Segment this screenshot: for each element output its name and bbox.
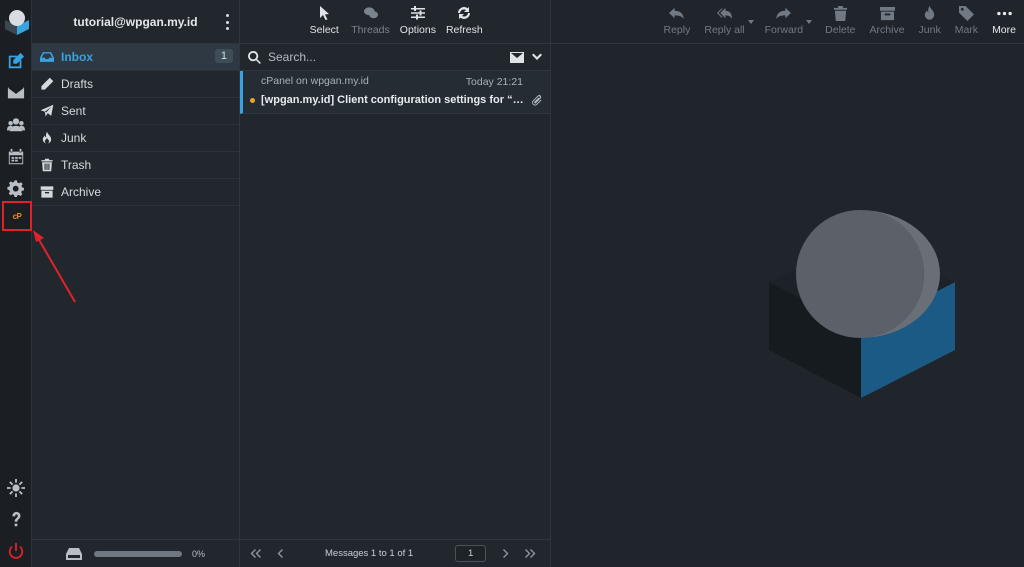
- message-row[interactable]: cPanel on wpgan.my.id Today 21:21 [wpgan…: [240, 71, 550, 114]
- list-toolbar: Select Threads Options Refresh: [240, 0, 550, 44]
- archive-icon: [879, 6, 895, 21]
- previous-page-icon[interactable]: [275, 548, 286, 559]
- roundcube-watermark-logo: [769, 210, 955, 398]
- refresh-button[interactable]: Refresh: [446, 6, 483, 43]
- theme-icon: [7, 479, 25, 497]
- contacts-icon: [7, 118, 25, 132]
- help-icon: [12, 511, 21, 527]
- settings-icon: [7, 180, 24, 197]
- inbox-icon: [40, 52, 54, 62]
- archive-icon: [40, 186, 54, 198]
- folder-label: Trash: [61, 158, 92, 172]
- more-dots-icon: [996, 11, 1012, 16]
- fire-icon: [42, 131, 52, 144]
- forward-dropdown-icon[interactable]: [806, 20, 813, 24]
- contacts-button[interactable]: [3, 112, 29, 138]
- reply-button[interactable]: Reply: [658, 6, 697, 43]
- forward-icon: [776, 7, 792, 20]
- fire-icon: [924, 6, 935, 20]
- mark-button[interactable]: Mark: [949, 6, 984, 43]
- message-subject: [wpgan.my.id] Client configuration setti…: [261, 94, 525, 106]
- sliders-icon: [410, 6, 425, 20]
- archive-button[interactable]: Archive: [864, 6, 911, 43]
- trash-icon: [833, 6, 847, 21]
- account-header: tutorial@wpgan.my.id: [32, 0, 239, 44]
- calendar-button[interactable]: [3, 144, 29, 170]
- reply-all-icon: [717, 7, 732, 20]
- refresh-icon: [458, 7, 471, 19]
- folder-label: Archive: [61, 185, 102, 199]
- folder-trash[interactable]: Trash: [32, 152, 239, 179]
- folder-inbox[interactable]: Inbox 1: [32, 44, 239, 71]
- folder-archive[interactable]: Archive: [32, 179, 239, 206]
- forward-button[interactable]: Forward: [759, 6, 813, 43]
- folder-sent[interactable]: Sent: [32, 98, 239, 125]
- cpanel-icon: cP: [12, 211, 22, 221]
- theme-toggle-button[interactable]: [3, 475, 29, 501]
- roundcube-logo[interactable]: [4, 8, 30, 36]
- unread-dot: [250, 98, 255, 103]
- annotation-arrow-icon: [33, 230, 76, 303]
- settings-button[interactable]: [3, 176, 29, 202]
- reading-pane: Reply Reply all Forward Delete Archive J…: [551, 0, 1024, 567]
- options-button[interactable]: Options: [400, 6, 436, 43]
- last-page-icon[interactable]: [525, 548, 536, 559]
- folder-label: Inbox: [61, 50, 93, 64]
- logout-button[interactable]: [3, 538, 29, 564]
- paper-plane-icon: [40, 104, 54, 117]
- account-menu-icon[interactable]: [223, 14, 231, 30]
- select-button[interactable]: Select: [307, 6, 341, 43]
- cursor-icon: [320, 6, 330, 20]
- first-page-icon[interactable]: [250, 548, 261, 559]
- calendar-icon: [8, 148, 24, 165]
- mail-icon: [7, 87, 25, 99]
- quota-text: 0%: [192, 548, 206, 559]
- account-email: tutorial@wpgan.my.id: [73, 14, 198, 29]
- search-bar: [240, 44, 550, 71]
- unread-count-badge: 1: [214, 49, 233, 63]
- page-number-input[interactable]: [455, 545, 487, 562]
- junk-button[interactable]: Junk: [913, 6, 947, 43]
- compose-icon: [8, 52, 25, 69]
- folder-drafts[interactable]: Drafts: [32, 71, 239, 98]
- reply-all-dropdown-icon[interactable]: [747, 20, 754, 24]
- next-page-icon[interactable]: [500, 548, 511, 559]
- delete-button[interactable]: Delete: [819, 6, 861, 43]
- folder-junk[interactable]: Junk: [32, 125, 239, 152]
- message-list-pane: Select Threads Options Refresh cPanel on…: [240, 0, 551, 567]
- reply-icon: [669, 7, 685, 20]
- pagination-bar: Messages 1 to 1 of 1: [240, 539, 550, 567]
- mail-button[interactable]: [3, 80, 29, 106]
- more-button[interactable]: More: [986, 6, 1022, 43]
- folder-label: Sent: [61, 104, 86, 118]
- quota-bar-area: 0%: [32, 539, 239, 567]
- pencil-icon: [41, 77, 54, 90]
- logout-icon: [8, 542, 24, 559]
- quota-bar: [94, 550, 182, 557]
- folder-label: Drafts: [61, 77, 94, 91]
- search-icon[interactable]: [248, 50, 261, 64]
- chevron-down-icon[interactable]: [532, 52, 542, 62]
- pagination-status: Messages 1 to 1 of 1: [325, 548, 414, 559]
- compose-button[interactable]: [3, 48, 29, 74]
- folder-label: Junk: [61, 131, 87, 145]
- cpanel-button[interactable]: cP: [2, 201, 32, 231]
- threads-button[interactable]: Threads: [351, 6, 390, 43]
- envelope-icon[interactable]: [510, 51, 524, 63]
- threads-icon: [363, 7, 378, 19]
- reply-all-button[interactable]: Reply all: [698, 6, 754, 43]
- tag-icon: [958, 6, 974, 21]
- message-toolbar: Reply Reply all Forward Delete Archive J…: [551, 0, 1024, 44]
- app-rail: cP: [0, 0, 32, 567]
- trash-icon: [41, 158, 53, 172]
- paperclip-icon: [532, 95, 542, 106]
- help-button[interactable]: [3, 507, 29, 533]
- search-input[interactable]: [268, 50, 488, 64]
- message-date: Today 21:21: [465, 76, 523, 88]
- disk-icon: [66, 547, 82, 560]
